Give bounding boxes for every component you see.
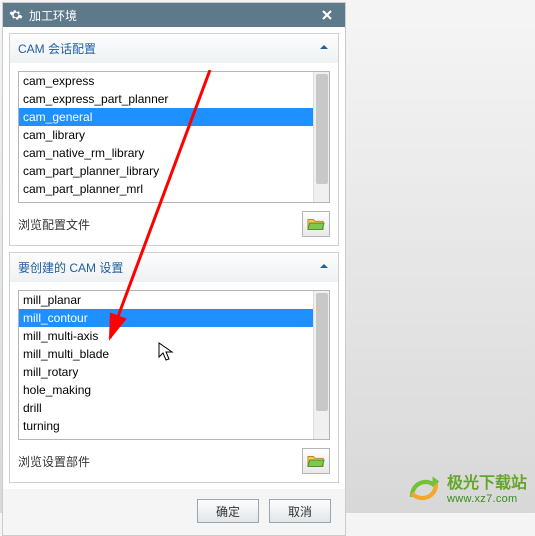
chevron-up-icon [318,41,330,56]
browse-setup-label: 浏览设置部件 [18,453,90,470]
watermark-url: www.xz7.com [447,493,527,505]
button-row: 确定 取消 [3,489,345,535]
section-cam-session-config: CAM 会话配置 cam_expresscam_express_part_pla… [9,33,339,246]
scrollbar-thumb[interactable] [316,293,328,411]
watermark: 极光下载站 www.xz7.com [407,473,527,507]
list-item[interactable]: mill_multi-axis [19,327,329,345]
scrollbar[interactable] [313,72,329,202]
list-item[interactable]: turning [19,417,329,435]
dialog-body: CAM 会话配置 cam_expresscam_express_part_pla… [3,33,345,535]
dialog-title: 加工环境 [29,7,309,24]
ok-button[interactable]: 确定 [197,499,259,523]
list-item[interactable]: mill_planar [19,291,329,309]
list-item[interactable]: cam_native_rm_library [19,144,329,162]
gear-icon [9,8,23,22]
browse-config-button[interactable] [302,211,330,237]
watermark-logo-icon [407,473,441,507]
browse-setup-button[interactable] [302,448,330,474]
list-item[interactable]: cam_teamcenter_library [19,198,329,203]
list-item[interactable]: cam_general [19,108,329,126]
section-header-session[interactable]: CAM 会话配置 [10,34,338,63]
browse-row: 浏览设置部件 [18,448,330,474]
browse-config-label: 浏览配置文件 [18,216,90,233]
scrollbar[interactable] [313,291,329,439]
close-button[interactable] [315,3,339,27]
folder-open-icon [307,216,325,232]
list-item[interactable]: cam_express_part_planner [19,90,329,108]
close-icon [321,9,333,21]
list-item[interactable]: cam_express [19,72,329,90]
cam-session-listbox[interactable]: cam_expresscam_express_part_plannercam_g… [18,71,330,203]
scrollbar-thumb[interactable] [316,74,328,184]
section-content: cam_expresscam_express_part_plannercam_g… [10,63,338,245]
section-content: mill_planarmill_contourmill_multi-axismi… [10,282,338,482]
list-item[interactable]: mill_rotary [19,363,329,381]
list-item[interactable]: cam_part_planner_mrl [19,180,329,198]
list-item[interactable]: mill_contour [19,309,329,327]
list-item[interactable]: drill [19,399,329,417]
section-cam-setup-create: 要创建的 CAM 设置 mill_planarmill_contourmill_… [9,252,339,483]
cam-setup-listbox[interactable]: mill_planarmill_contourmill_multi-axismi… [18,290,330,440]
machining-environment-dialog: 加工环境 CAM 会话配置 cam_expresscam_express_par… [2,2,346,536]
list-item[interactable]: mill_multi_blade [19,345,329,363]
folder-open-icon [307,453,325,469]
list-item[interactable]: cam_part_planner_library [19,162,329,180]
browse-row: 浏览配置文件 [18,211,330,237]
cancel-button[interactable]: 取消 [269,499,331,523]
watermark-title: 极光下载站 [447,475,527,493]
chevron-up-icon [318,260,330,275]
section-title: CAM 会话配置 [18,40,96,57]
section-header-setup[interactable]: 要创建的 CAM 设置 [10,253,338,282]
list-item[interactable]: hole_making [19,381,329,399]
list-item[interactable]: cam_library [19,126,329,144]
title-bar: 加工环境 [3,3,345,27]
section-title: 要创建的 CAM 设置 [18,259,123,276]
